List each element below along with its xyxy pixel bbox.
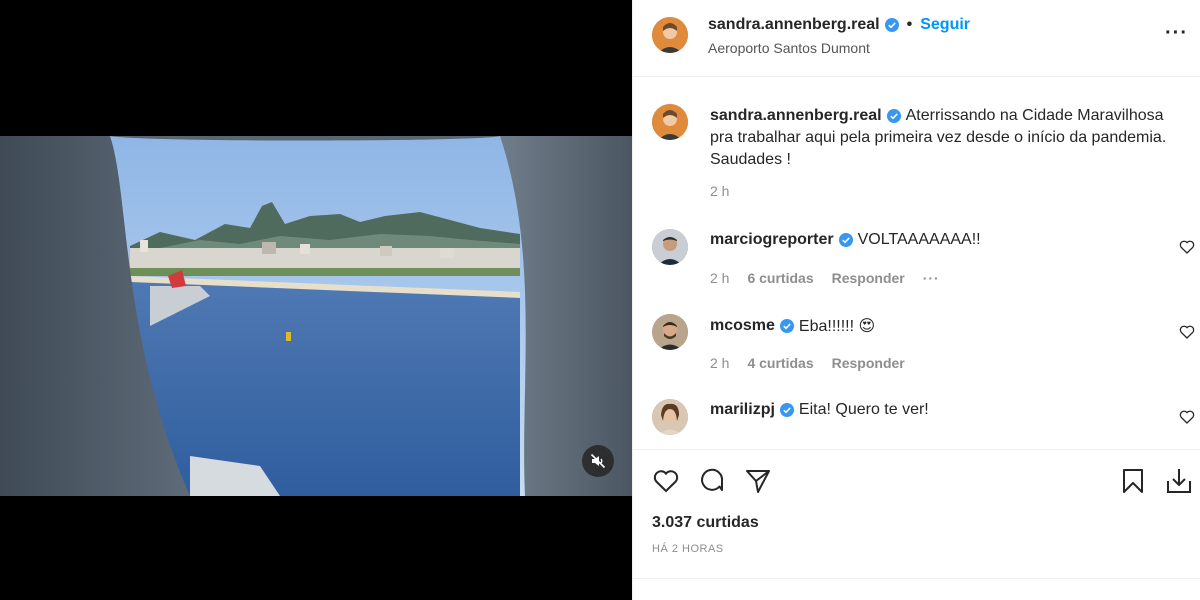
separator-dot: • xyxy=(906,16,913,33)
comment-time[interactable]: 2 h xyxy=(710,355,729,371)
mute-button[interactable] xyxy=(582,445,614,477)
add-comment-section[interactable] xyxy=(633,578,1200,600)
comment-likes[interactable]: 4 curtidas xyxy=(747,355,813,371)
comment-text: Eita! Quero te ver! xyxy=(798,401,929,418)
caption-avatar[interactable] xyxy=(652,104,688,140)
video-player[interactable] xyxy=(0,136,632,496)
verified-icon xyxy=(779,319,794,333)
comment-meta: 2 h 4 curtidas Responder xyxy=(710,355,923,371)
post-header: sandra.annenberg.real • Seguir Aeroporto… xyxy=(633,0,1200,77)
comment-body: marciogreporter VOLTAAAAAAA!! xyxy=(710,231,981,249)
comment-text: VOLTAAAAAAA!! xyxy=(857,231,981,248)
reply-button[interactable]: Responder xyxy=(832,355,905,371)
caption-username[interactable]: sandra.annenberg.real xyxy=(710,107,882,124)
bookmark-icon[interactable] xyxy=(1119,467,1147,495)
mute-icon xyxy=(590,453,606,469)
follow-button[interactable]: Seguir xyxy=(920,16,970,34)
author-avatar[interactable] xyxy=(652,17,688,53)
video-frame xyxy=(0,136,632,496)
comment-likes[interactable]: 6 curtidas xyxy=(747,270,813,286)
comment-time[interactable]: 2 h xyxy=(710,270,729,286)
comment-more-button[interactable]: ··· xyxy=(923,270,940,286)
post-details-panel: sandra.annenberg.real • Seguir Aeroporto… xyxy=(632,0,1200,600)
comment-like-icon[interactable] xyxy=(1179,324,1195,340)
comments-list[interactable]: sandra.annenberg.real Aterrissando na Cid… xyxy=(633,78,1200,449)
author-username[interactable]: sandra.annenberg.real xyxy=(708,16,880,34)
comment-item: mcosme Eba!!!!!! 😍 2 h 4 curtidas Respon… xyxy=(633,314,1200,394)
verified-icon xyxy=(838,233,853,247)
post-time[interactable]: HÁ 2 HORAS xyxy=(652,543,724,555)
commenter-avatar[interactable] xyxy=(652,399,688,435)
comment-item: marilizpj Eita! Quero te ver! xyxy=(633,399,1200,449)
comment-like-icon[interactable] xyxy=(1179,409,1195,425)
commenter-username[interactable]: marilizpj xyxy=(710,401,775,419)
verified-icon xyxy=(886,108,901,123)
comment-like-icon[interactable] xyxy=(1179,239,1195,255)
verified-icon xyxy=(779,403,794,417)
comment-icon[interactable] xyxy=(698,467,726,495)
comment-text: Eba!!!!!! 😍 xyxy=(798,318,876,335)
commenter-avatar[interactable] xyxy=(652,314,688,350)
comment-meta: 2 h 6 curtidas Responder ··· xyxy=(710,270,958,286)
more-options-button[interactable]: ··· xyxy=(1165,22,1188,45)
comment-body: mcosme Eba!!!!!! 😍 xyxy=(710,316,875,336)
comment-body: marilizpj Eita! Quero te ver! xyxy=(710,401,929,419)
reply-button[interactable]: Responder xyxy=(832,270,905,286)
share-icon[interactable] xyxy=(744,467,772,495)
download-icon[interactable] xyxy=(1165,467,1193,495)
heart-icon[interactable] xyxy=(652,467,680,495)
commenter-username[interactable]: marciogreporter xyxy=(710,231,834,249)
post-location[interactable]: Aeroporto Santos Dumont xyxy=(708,40,870,56)
more-icon: ··· xyxy=(1165,22,1188,44)
verified-icon xyxy=(884,18,899,32)
caption-time[interactable]: 2 h xyxy=(710,183,729,199)
comment-item: marciogreporter VOLTAAAAAAA!! 2 h 6 curt… xyxy=(633,229,1200,309)
commenter-avatar[interactable] xyxy=(652,229,688,265)
post-actions: 3.037 curtidas HÁ 2 HORAS xyxy=(633,449,1200,600)
post-media[interactable] xyxy=(0,0,632,600)
author-line: sandra.annenberg.real • Seguir xyxy=(708,16,970,34)
commenter-username[interactable]: mcosme xyxy=(710,317,775,335)
likes-count[interactable]: 3.037 curtidas xyxy=(652,514,759,532)
post-caption: sandra.annenberg.real Aterrissando na Cid… xyxy=(710,105,1188,171)
